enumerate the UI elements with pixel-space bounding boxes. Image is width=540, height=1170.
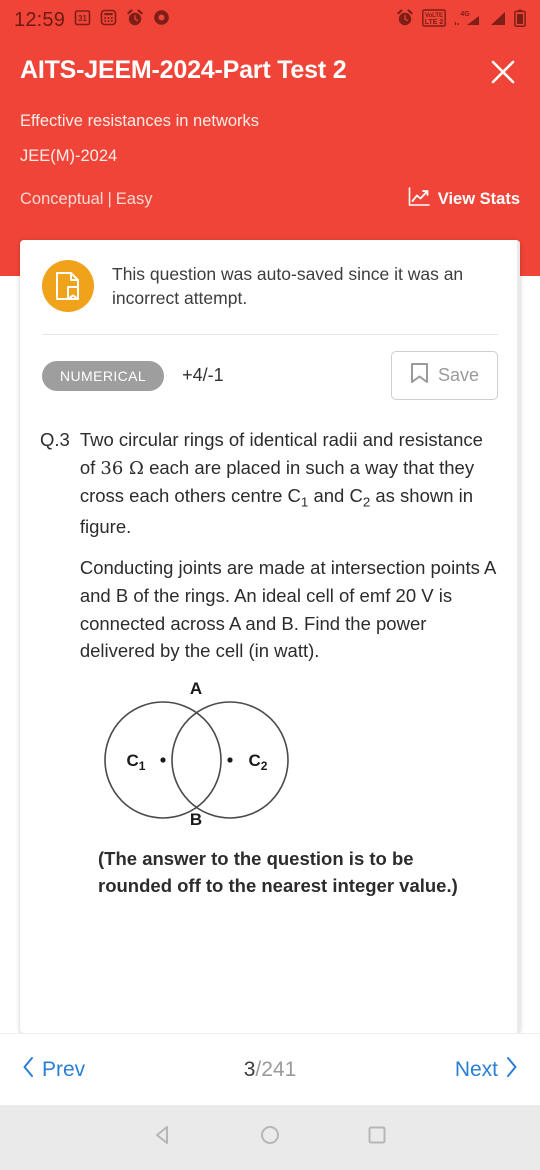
question-paragraph-1: Two circular rings of identical radii an… (80, 426, 500, 540)
svg-text:LTE 2: LTE 2 (425, 19, 444, 26)
recents-square-icon[interactable] (365, 1123, 389, 1152)
question-body: Q.3 Two circular rings of identical radi… (20, 400, 520, 899)
question-marks: +4/-1 (182, 365, 224, 385)
autosave-notice: This question was auto-saved since it wa… (20, 240, 520, 328)
question-statement: Two circular rings of identical radii an… (80, 426, 500, 665)
calculator-icon (100, 9, 117, 31)
header-meta-row: Conceptual | Easy View Stats (20, 187, 520, 212)
view-stats-label: View Stats (437, 190, 520, 208)
app-header: 12:59 31 VoLTE LTE 2 4G AITS-JEEM-2024-P… (0, 0, 540, 276)
header-title-row: AITS-JEEM-2024-Part Test 2 (20, 55, 520, 91)
status-left-group: 12:59 31 (14, 9, 170, 32)
chart-line-icon (408, 187, 430, 212)
signal-4g-icon: 4G (454, 9, 480, 32)
question-number: Q.3 (40, 429, 70, 450)
app-root: 12:59 31 VoLTE LTE 2 4G AITS-JEEM-2024-P… (0, 0, 540, 1170)
question-type-badge: NUMERICAL (42, 360, 165, 391)
q-p1-c: and C (308, 485, 363, 507)
chevron-left-icon (22, 1056, 35, 1084)
svg-text:C2: C2 (249, 751, 268, 773)
save-button-label: Save (437, 365, 479, 385)
android-system-nav (0, 1105, 540, 1170)
two-rings-diagram: A B C1 C2 (104, 679, 289, 829)
total-pages: /241 (255, 1057, 297, 1081)
save-button[interactable]: Save (390, 351, 498, 400)
volte-lte2-icon: VoLTE LTE 2 (422, 8, 446, 32)
calendar-31-icon: 31 (74, 9, 91, 31)
question-figure: A B C1 C2 (40, 665, 500, 832)
next-button-label: Next (454, 1057, 498, 1081)
autosave-notice-text: This question was auto-saved since it wa… (112, 264, 464, 308)
next-button[interactable]: Next (455, 1056, 518, 1084)
tag-conceptual: Conceptual (20, 190, 104, 208)
svg-text:31: 31 (78, 14, 87, 23)
prev-button-label: Prev (42, 1057, 86, 1081)
tag-separator: | (107, 190, 112, 208)
alarm-icon (126, 9, 144, 32)
question-pager: Prev 3/241 Next (0, 1033, 540, 1105)
tag-difficulty: Easy (115, 190, 153, 208)
close-icon[interactable] (486, 55, 520, 89)
svg-text:4G: 4G (460, 11, 470, 18)
chrome-icon (153, 9, 170, 31)
question-paragraph-2: Conducting joints are made at intersecti… (79, 557, 496, 662)
back-triangle-icon[interactable] (151, 1123, 175, 1152)
bookmark-icon (410, 362, 429, 389)
question-tags: Conceptual | Easy (20, 190, 152, 209)
battery-icon (514, 9, 526, 32)
header-subtitle: Effective resistances in networks (20, 112, 260, 130)
status-clock: 12:59 (14, 8, 66, 31)
page-title: AITS-JEEM-2024-Part Test 2 (20, 56, 347, 84)
signal-icon (488, 9, 506, 32)
question-card: This question was auto-saved since it wa… (20, 240, 520, 1033)
home-circle-icon[interactable] (258, 1123, 282, 1152)
saved-document-bookmark-icon (42, 260, 94, 312)
status-right-group: VoLTE LTE 2 4G (396, 8, 526, 32)
prev-button[interactable]: Prev (22, 1056, 85, 1084)
alarm-icon (396, 9, 414, 32)
header-exam-name: JEE(M)-2024 (20, 147, 118, 165)
svg-text:B: B (190, 810, 202, 827)
rounding-note: (The answer to the question is to be rou… (98, 847, 458, 896)
android-status-bar: 12:59 31 VoLTE LTE 2 4G (0, 0, 540, 40)
card-scrollbar[interactable] (517, 240, 520, 1033)
view-stats-button[interactable]: View Stats (408, 187, 520, 212)
resistance-value: 36 Ω (100, 457, 144, 479)
svg-text:C1: C1 (127, 751, 146, 773)
question-meta-row: NUMERICAL +4/-1 Save (20, 335, 520, 400)
chevron-right-icon (505, 1056, 518, 1084)
svg-text:A: A (190, 679, 202, 698)
current-page: 3 (243, 1057, 256, 1081)
